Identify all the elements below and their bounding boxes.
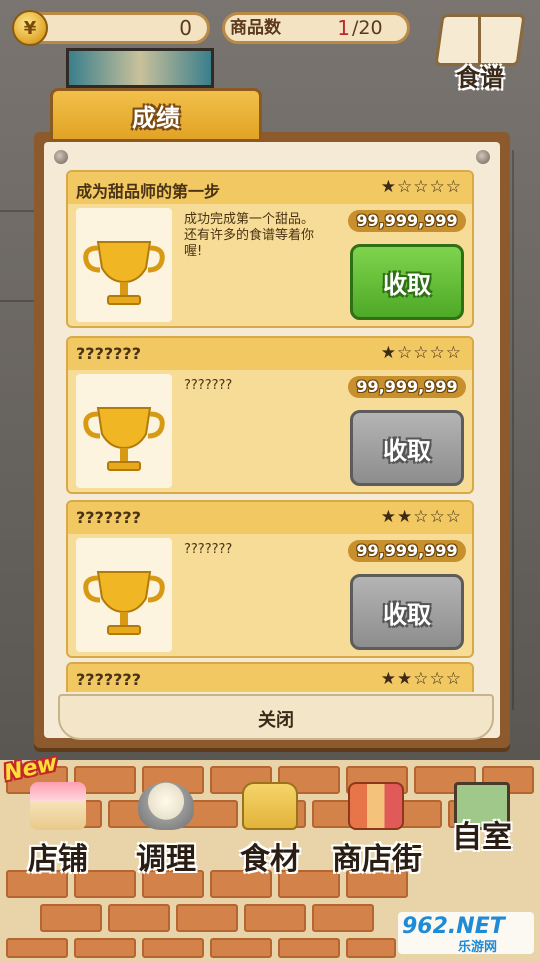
background-line (512, 150, 514, 710)
nav-shopping-street-label: 商店街 (332, 842, 422, 877)
nav-my-room-label: 自室 (452, 820, 512, 855)
achievement-card: ??????? ★★☆☆☆ ??????? 99,999,999 收取 (66, 500, 474, 658)
achievement-list[interactable]: 成为甜品师的第一步 ★☆☆☆☆ 成功完成第一个甜品。还有许多的食谱等着你喔! 9… (66, 170, 474, 692)
nav-ingredients[interactable]: 食材 (220, 768, 320, 878)
flour-sack-icon (242, 782, 298, 830)
trophy-icon (76, 538, 172, 652)
recipe-book-label: 食谱 (456, 64, 504, 92)
recipe-book-button[interactable]: 食谱 (432, 6, 528, 94)
brick-tile (40, 904, 102, 932)
achievement-title: ??????? (76, 670, 141, 689)
brick-tile (108, 904, 170, 932)
book-spine (478, 16, 481, 64)
cake-icon (30, 782, 86, 830)
brick-tile (176, 904, 238, 932)
shops-icon (348, 782, 404, 830)
achievement-card: ??????? ★☆☆☆☆ ??????? 99,999,999 收取 (66, 336, 474, 494)
item-counter-label: 商品数 (230, 18, 281, 38)
reward-amount: 99,999,999 (348, 540, 466, 562)
achievement-description: ??????? (184, 378, 233, 393)
achievement-card: 成为甜品师的第一步 ★☆☆☆☆ 成功完成第一个甜品。还有许多的食谱等着你喔! 9… (66, 170, 474, 328)
achievement-title: ??????? (76, 344, 141, 363)
brick-tile (142, 938, 204, 958)
reward-amount: 99,999,999 (348, 376, 466, 398)
top-bar: ¥ 0 商品数 1 /20 食谱 (0, 0, 540, 92)
mixing-bowl-icon (138, 782, 194, 830)
background-line (0, 300, 36, 302)
trophy-icon (76, 208, 172, 322)
item-count-max: /20 (352, 17, 383, 39)
nav-shop[interactable]: 店铺 (8, 768, 108, 878)
achievement-title: 成为甜品师的第一步 (76, 182, 221, 201)
achievement-stars: ★★☆☆☆ (380, 669, 462, 689)
coin-value: 0 (179, 16, 192, 40)
achievement-card: ??????? ★★☆☆☆ (66, 662, 474, 692)
brick-tile (244, 904, 306, 932)
trophy-icon-svg (83, 241, 165, 305)
achievement-description: ??????? (184, 542, 233, 557)
nav-ingredients-label: 食材 (240, 842, 300, 877)
claim-button[interactable]: 收取 (350, 574, 464, 650)
nav-cooking[interactable]: 调理 (116, 768, 216, 878)
watermark-subtitle: 乐游网 (458, 940, 498, 955)
trophy-icon-svg (83, 407, 165, 471)
achievement-stars: ★☆☆☆☆ (380, 177, 462, 197)
trophy-icon-svg (83, 571, 165, 635)
reward-amount: 99,999,999 (348, 210, 466, 232)
nav-my-room[interactable]: 自室 (432, 768, 532, 878)
claim-button[interactable]: 收取 (350, 410, 464, 486)
nav-cooking-label: 调理 (136, 842, 196, 877)
trophy-icon (76, 374, 172, 488)
brick-tile (278, 938, 340, 958)
brick-tile (210, 938, 272, 958)
achievement-stars: ★☆☆☆☆ (380, 343, 462, 363)
nav-shopping-street[interactable]: 商店街 (322, 768, 432, 878)
brick-tile (6, 938, 68, 958)
close-button-label: 关闭 (258, 710, 294, 731)
tab-achievements-label: 成绩 (132, 104, 180, 132)
brick-tile (312, 904, 374, 932)
rivet-icon (54, 150, 68, 164)
achievement-description: 成功完成第一个甜品。还有许多的食谱等着你喔! (184, 212, 315, 259)
item-count-current: 1 (337, 16, 350, 40)
site-watermark: 962.NET 乐游网 (398, 912, 534, 955)
achievement-title: ??????? (76, 508, 141, 527)
achievement-stars: ★★☆☆☆ (380, 507, 462, 527)
brick-tile (74, 938, 136, 958)
brick-tile (346, 938, 396, 958)
rivet-icon (476, 150, 490, 164)
claim-button[interactable]: 收取 (350, 244, 464, 320)
nav-shop-label: 店铺 (28, 842, 88, 877)
